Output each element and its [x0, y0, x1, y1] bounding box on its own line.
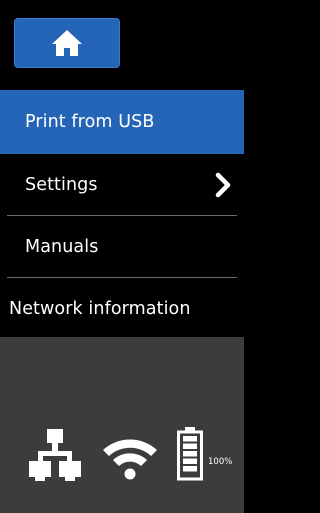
battery-percent: 100% [208, 457, 233, 467]
chevron-right-icon [215, 172, 231, 198]
status-bar: 100% [0, 423, 244, 503]
menu-item-label: Manuals [25, 237, 99, 257]
home-icon [52, 30, 82, 56]
menu-item-manuals[interactable]: Manuals [0, 216, 244, 278]
menu-item-label: Settings [25, 175, 98, 195]
menu-item-print-from-usb[interactable]: Print from USB [0, 90, 244, 154]
main-menu: Print from USB Settings Manuals Network … [0, 90, 244, 340]
home-button[interactable] [14, 18, 120, 68]
printer-screen: Print from USB Settings Manuals Network … [0, 0, 244, 513]
menu-item-label: Print from USB [25, 112, 155, 132]
menu-item-label: Network information [9, 299, 191, 319]
wifi-icon [103, 439, 157, 480]
menu-item-network-information[interactable]: Network information [0, 278, 244, 340]
battery-icon [177, 427, 203, 481]
wired-network-icon [29, 429, 81, 481]
menu-item-settings[interactable]: Settings [0, 154, 244, 216]
